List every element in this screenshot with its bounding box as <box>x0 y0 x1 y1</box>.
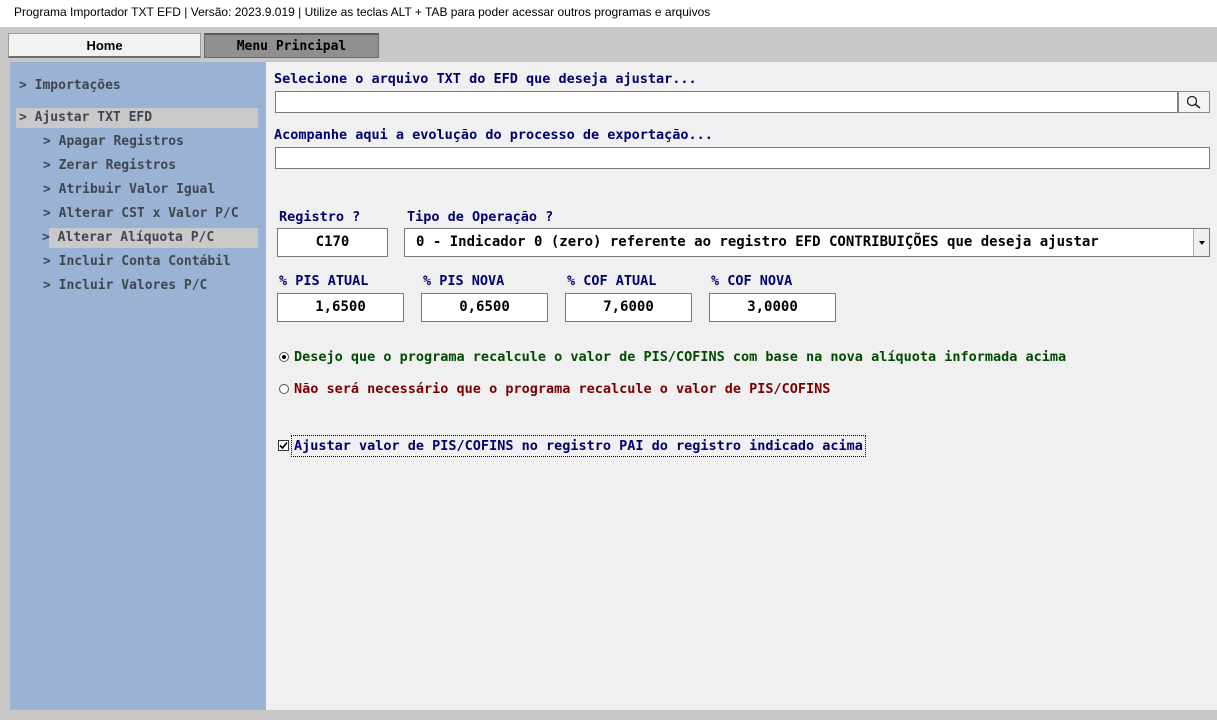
magnifier-icon <box>1186 95 1201 109</box>
sidebar-item-alterar-aliquota-label: > Alterar Alíquota P/C <box>42 230 215 245</box>
radio-recalcular-label[interactable]: Desejo que o programa recalcule o valor … <box>294 349 1066 365</box>
chevron-down-icon <box>1199 241 1205 245</box>
tipo-operacao-value: 0 - Indicador 0 (zero) referente ao regi… <box>416 234 1099 250</box>
tab-home[interactable]: Home <box>8 33 201 58</box>
sidebar-item-ajustar-txt-efd[interactable]: > Ajustar TXT EFD <box>16 108 258 128</box>
cof-nova-label: % COF NOVA <box>711 273 793 289</box>
sidebar-item-incluir-valores[interactable]: > Incluir Valores P/C <box>42 276 258 296</box>
sidebar-item-importacoes[interactable]: > Importações <box>18 76 258 96</box>
ajustar-pai-checkbox-label[interactable]: Ajustar valor de PIS/COFINS no registro … <box>291 435 866 457</box>
cof-atual-label: % COF ATUAL <box>567 273 657 289</box>
radio-nao-recalcular-label[interactable]: Não será necessário que o programa recal… <box>294 381 830 397</box>
tipo-operacao-label: Tipo de Operação ? <box>407 209 554 225</box>
registro-label: Registro ? <box>279 209 361 225</box>
sidebar-item-alterar-aliquota[interactable]: > Alterar Alíquota P/C <box>42 228 258 248</box>
file-select-label: Selecione o arquivo TXT do EFD que desej… <box>274 71 697 87</box>
browse-file-button[interactable] <box>1178 91 1210 113</box>
file-path-input[interactable] <box>275 91 1178 113</box>
cof-nova-input[interactable]: 3,0000 <box>709 293 836 322</box>
dropdown-button[interactable] <box>1193 229 1209 256</box>
pis-nova-input[interactable]: 0,6500 <box>421 293 548 322</box>
radio-nao-recalcular[interactable] <box>279 384 289 394</box>
tipo-operacao-select[interactable]: 0 - Indicador 0 (zero) referente ao regi… <box>404 228 1210 257</box>
cof-atual-input[interactable]: 7,6000 <box>565 293 692 322</box>
progress-label: Acompanhe aqui a evolução do processo de… <box>274 127 713 143</box>
tab-menu-principal[interactable]: Menu Principal <box>204 33 379 58</box>
radio-recalcular[interactable] <box>279 352 289 362</box>
sidebar-item-incluir-conta-contabil[interactable]: > Incluir Conta Contábil <box>42 252 258 272</box>
sidebar-item-zerar-registros[interactable]: > Zerar Registros <box>42 156 258 176</box>
pis-atual-input[interactable]: 1,6500 <box>277 293 404 322</box>
sidebar-item-apagar-registros[interactable]: > Apagar Registros <box>42 132 258 152</box>
registro-input[interactable]: C170 <box>277 228 388 257</box>
progress-output-field <box>275 147 1210 169</box>
sidebar-item-atribuir-valor-igual[interactable]: > Atribuir Valor Igual <box>42 180 258 200</box>
ajustar-pai-checkbox[interactable] <box>278 440 289 451</box>
pis-nova-label: % PIS NOVA <box>423 273 505 289</box>
window-title-bar: Programa Importador TXT EFD | Versão: 20… <box>0 0 1217 27</box>
sidebar-item-alterar-cst-valor[interactable]: > Alterar CST x Valor P/C <box>42 204 258 224</box>
checkmark-icon <box>279 441 288 450</box>
pis-atual-label: % PIS ATUAL <box>279 273 369 289</box>
